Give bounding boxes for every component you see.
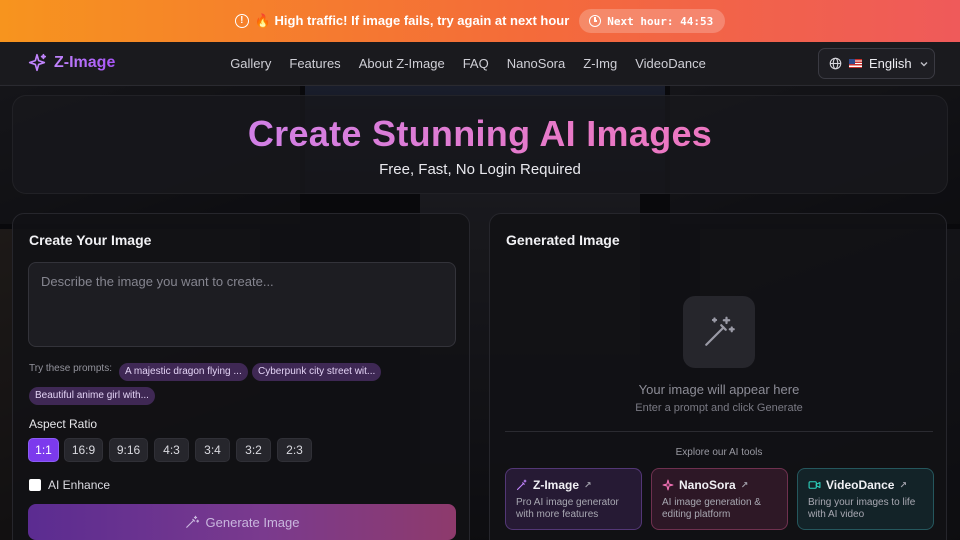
tool-name: NanoSora: [679, 478, 736, 492]
traffic-banner: ! 🔥 High traffic! If image fails, try ag…: [0, 0, 960, 42]
external-link-icon: ↗: [584, 479, 592, 490]
banner-text: 🔥 High traffic! If image fails, try agai…: [254, 13, 570, 28]
tool-card-videodance[interactable]: VideoDance ↗ Bring your images to life w…: [797, 468, 934, 530]
nav-z-img[interactable]: Z-Img: [583, 56, 617, 71]
ratio-4-3[interactable]: 4:3: [154, 438, 189, 462]
magic-wand-icon: [516, 479, 527, 491]
nav-videodance[interactable]: VideoDance: [635, 56, 706, 71]
image-placeholder: [683, 296, 755, 368]
video-camera-icon: [808, 481, 821, 489]
create-panel-title: Create Your Image: [29, 232, 152, 248]
tool-description: AI image generation & editing platform: [662, 497, 761, 520]
globe-icon: [829, 57, 842, 70]
language-selector[interactable]: English: [818, 48, 935, 79]
top-nav: Z-Image Gallery Features About Z-Image F…: [0, 42, 960, 86]
prompt-suggestion-anime[interactable]: Beautiful anime girl with...: [29, 387, 155, 405]
external-link-icon: ↗: [899, 479, 908, 490]
info-icon: !: [234, 14, 249, 28]
generate-button-label: Generate Image: [205, 514, 300, 530]
next-hour-timer: Next hour: 44:53: [579, 9, 726, 33]
hero-section: Create Stunning AI Images Free, Fast, No…: [12, 95, 948, 194]
ratio-9-16[interactable]: 9:16: [109, 438, 148, 462]
prompt-suggestion-cyberpunk[interactable]: Cyberpunk city street wit...: [252, 363, 382, 381]
prompt-input[interactable]: [28, 262, 456, 347]
ratio-3-4[interactable]: 3:4: [195, 438, 230, 462]
nav-features[interactable]: Features: [289, 56, 340, 71]
hero-subtitle: Free, Fast, No Login Required: [379, 161, 581, 178]
clock-icon: [589, 15, 602, 27]
tool-name: Z-Image: [533, 478, 580, 492]
nav-faq[interactable]: FAQ: [463, 56, 489, 71]
hero-title: Create Stunning AI Images: [13, 113, 947, 155]
nav-gallery[interactable]: Gallery: [230, 56, 271, 71]
us-flag-icon: [849, 59, 862, 68]
nav-nanosora[interactable]: NanoSora: [507, 56, 566, 71]
result-panel: Generated Image Your image will appear h…: [489, 213, 947, 540]
try-prompts-label: Try these prompts:: [29, 363, 112, 374]
tool-name: VideoDance: [826, 478, 895, 492]
ai-enhance-checkbox[interactable]: [29, 479, 41, 491]
tool-card-z-image[interactable]: Z-Image ↗ Pro AI image generator with mo…: [505, 468, 642, 530]
tool-description: Pro AI image generator with more feature…: [516, 497, 619, 520]
ai-enhance-label: AI Enhance: [48, 478, 111, 492]
sparkle-icon: [662, 479, 674, 491]
nav-about[interactable]: About Z-Image: [359, 56, 445, 71]
ratio-2-3[interactable]: 2:3: [277, 438, 312, 462]
generate-button[interactable]: Generate Image: [28, 504, 456, 540]
ai-enhance-toggle[interactable]: AI Enhance: [29, 478, 110, 492]
ratio-3-2[interactable]: 3:2: [236, 438, 271, 462]
placeholder-sub-text: Enter a prompt and click Generate: [635, 402, 803, 414]
ratio-1-1[interactable]: 1:1: [28, 438, 59, 462]
prompt-suggestion-dragon[interactable]: A majestic dragon flying ...: [119, 363, 248, 381]
create-panel: Create Your Image Try these prompts: A m…: [12, 213, 470, 540]
ratio-16-9[interactable]: 16:9: [64, 438, 103, 462]
external-link-icon: ↗: [740, 479, 749, 490]
language-label: English: [869, 56, 912, 71]
explore-tools-label: Explore our AI tools: [675, 447, 763, 458]
banner-message: ! 🔥 High traffic! If image fails, try ag…: [234, 13, 570, 29]
magic-wand-placeholder-icon: [705, 316, 735, 346]
chevron-down-icon: [920, 61, 928, 66]
nav-links: Gallery Features About Z-Image FAQ NanoS…: [0, 56, 936, 71]
magic-wand-icon: [185, 515, 199, 528]
tool-card-nanosora[interactable]: NanoSora ↗ AI image generation & editing…: [651, 468, 788, 530]
result-panel-title: Generated Image: [506, 232, 620, 248]
timer-text: Next hour: 44:53: [607, 14, 714, 28]
divider: [505, 431, 933, 432]
tool-description: Bring your images to life with AI video: [808, 497, 916, 520]
placeholder-main-text: Your image will appear here: [638, 382, 800, 397]
aspect-ratio-label: Aspect Ratio: [29, 417, 98, 431]
